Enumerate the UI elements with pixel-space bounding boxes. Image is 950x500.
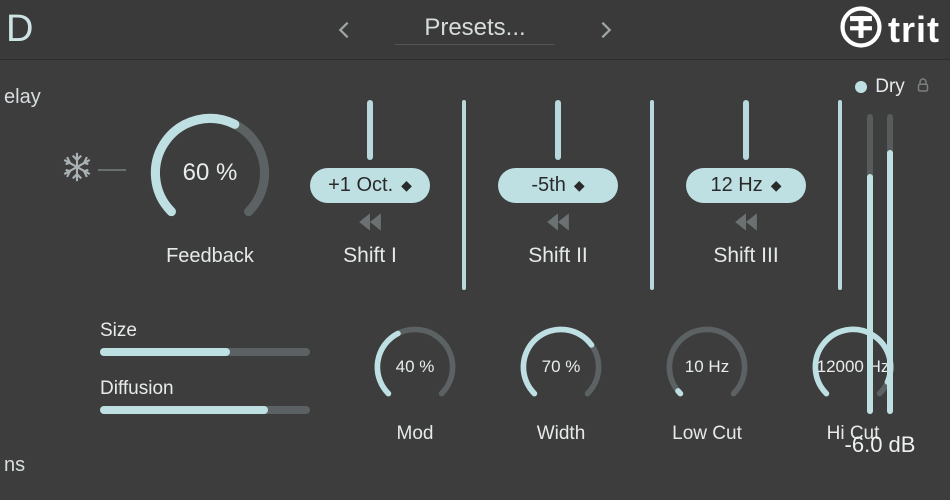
freeze-group bbox=[60, 150, 126, 189]
slider-block: Size Diffusion bbox=[100, 320, 310, 436]
brand-icon bbox=[840, 6, 882, 53]
feedback-knob[interactable]: 60 % Feedback bbox=[140, 108, 280, 268]
shift-row: +1 Oct. ◆ Shift I -5th ◆ Shift II 12 Hz … bbox=[310, 100, 842, 290]
lowcut-value: 10 Hz bbox=[652, 320, 762, 414]
shift-2-value: -5th bbox=[531, 174, 565, 197]
next-preset-button[interactable] bbox=[595, 19, 617, 41]
dropdown-icon: ◆ bbox=[401, 177, 412, 194]
shift-3-selector[interactable]: 12 Hz ◆ bbox=[686, 168, 806, 203]
shift-1-reverse-icon[interactable] bbox=[357, 213, 383, 236]
shift-3-slider[interactable] bbox=[743, 100, 749, 160]
shift-3-column: 12 Hz ◆ Shift III bbox=[686, 100, 806, 290]
lowcut-label: Low Cut bbox=[652, 423, 762, 445]
dropdown-icon: ◆ bbox=[771, 177, 782, 194]
width-knob[interactable]: 70 % Width bbox=[506, 320, 616, 445]
shift-1-value: +1 Oct. bbox=[328, 174, 393, 197]
lowcut-knob[interactable]: 10 Hz Low Cut bbox=[652, 320, 762, 445]
column-divider bbox=[650, 100, 654, 290]
feedback-value: 60 % bbox=[140, 108, 280, 238]
size-slider[interactable] bbox=[100, 348, 310, 356]
column-divider bbox=[462, 100, 466, 290]
shift-3-label: Shift III bbox=[713, 244, 778, 268]
brand-text: trit bbox=[888, 9, 940, 51]
dropdown-icon: ◆ bbox=[574, 177, 585, 194]
freeze-connector-line bbox=[98, 169, 126, 171]
size-label: Size bbox=[100, 320, 310, 342]
width-value: 70 % bbox=[506, 320, 616, 414]
preset-name[interactable]: Presets... bbox=[395, 14, 555, 45]
output-level-slider[interactable] bbox=[867, 114, 873, 414]
app-logo-letter: D bbox=[6, 8, 35, 51]
output-slider-area bbox=[830, 114, 930, 414]
section-label-delay: elay bbox=[4, 86, 41, 109]
feedback-label: Feedback bbox=[140, 245, 280, 268]
shift-1-column: +1 Oct. ◆ Shift I bbox=[310, 100, 430, 290]
shift-2-selector[interactable]: -5th ◆ bbox=[498, 168, 618, 203]
output-meter bbox=[887, 114, 893, 414]
output-section: Dry -6.0 dB bbox=[830, 76, 930, 476]
dry-label: Dry bbox=[875, 76, 905, 98]
brand-logo: trit bbox=[840, 6, 940, 53]
mod-label: Mod bbox=[360, 423, 470, 445]
diffusion-slider[interactable] bbox=[100, 406, 310, 414]
mod-knob[interactable]: 40 % Mod bbox=[360, 320, 470, 445]
shift-2-reverse-icon[interactable] bbox=[545, 213, 571, 236]
previous-preset-button[interactable] bbox=[333, 19, 355, 41]
shift-2-label: Shift II bbox=[528, 244, 588, 268]
section-label-bottom: ns bbox=[4, 454, 25, 477]
mod-value: 40 % bbox=[360, 320, 470, 414]
main-panel: 60 % Feedback +1 Oct. ◆ Shift I -5th ◆ S… bbox=[40, 80, 830, 480]
preset-selector: Presets... bbox=[333, 14, 617, 45]
width-label: Width bbox=[506, 423, 616, 445]
output-value: -6.0 dB bbox=[830, 432, 930, 458]
shift-2-slider[interactable] bbox=[555, 100, 561, 160]
diffusion-label: Diffusion bbox=[100, 378, 310, 400]
shift-2-column: -5th ◆ Shift II bbox=[498, 100, 618, 290]
shift-1-label: Shift I bbox=[343, 244, 397, 268]
freeze-icon[interactable] bbox=[60, 150, 94, 189]
lock-icon[interactable] bbox=[914, 76, 932, 99]
small-knob-row: 40 % Mod 70 % Width 10 Hz Low Cut 12000 … bbox=[360, 320, 908, 445]
shift-3-value: 12 Hz bbox=[710, 174, 762, 197]
top-bar: D Presets... trit bbox=[0, 0, 950, 60]
shift-1-slider[interactable] bbox=[367, 100, 373, 160]
dry-indicator-icon bbox=[855, 81, 867, 93]
shift-3-reverse-icon[interactable] bbox=[733, 213, 759, 236]
shift-1-selector[interactable]: +1 Oct. ◆ bbox=[310, 168, 430, 203]
